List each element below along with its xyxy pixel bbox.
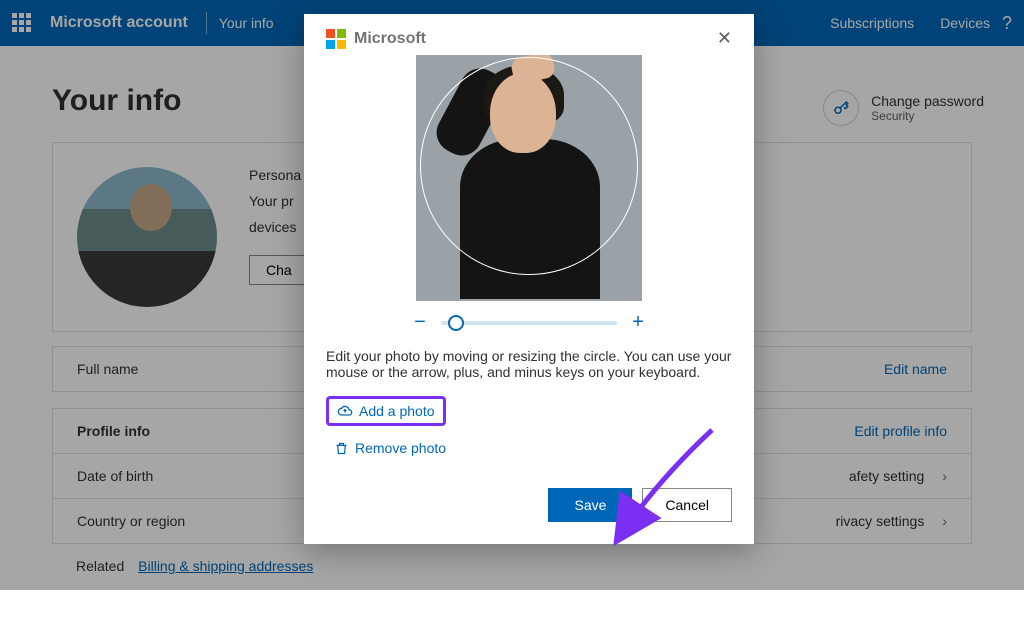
add-photo-label: Add a photo <box>359 403 435 419</box>
cancel-button[interactable]: Cancel <box>642 488 732 522</box>
zoom-control: − + <box>409 311 649 334</box>
zoom-slider-thumb[interactable] <box>448 315 464 331</box>
photo-crop-area[interactable] <box>416 55 642 301</box>
zoom-in-button[interactable]: + <box>627 311 649 334</box>
edit-photo-modal: Microsoft ✕ − + Edit your photo by movin… <box>304 14 754 544</box>
modal-instruction: Edit your photo by moving or resizing th… <box>326 348 732 380</box>
zoom-slider[interactable] <box>441 321 617 325</box>
microsoft-logo-icon <box>326 29 346 49</box>
crop-circle[interactable] <box>420 57 638 275</box>
remove-photo-label: Remove photo <box>355 440 446 456</box>
microsoft-logo: Microsoft <box>326 29 426 49</box>
remove-photo-link[interactable]: Remove photo <box>326 436 454 460</box>
add-photo-link[interactable]: Add a photo <box>326 396 446 426</box>
save-button[interactable]: Save <box>548 488 632 522</box>
microsoft-logo-text: Microsoft <box>354 30 426 48</box>
trash-icon <box>334 441 349 456</box>
zoom-out-button[interactable]: − <box>409 311 431 334</box>
close-button[interactable]: ✕ <box>717 28 732 49</box>
cloud-upload-icon <box>337 403 353 419</box>
